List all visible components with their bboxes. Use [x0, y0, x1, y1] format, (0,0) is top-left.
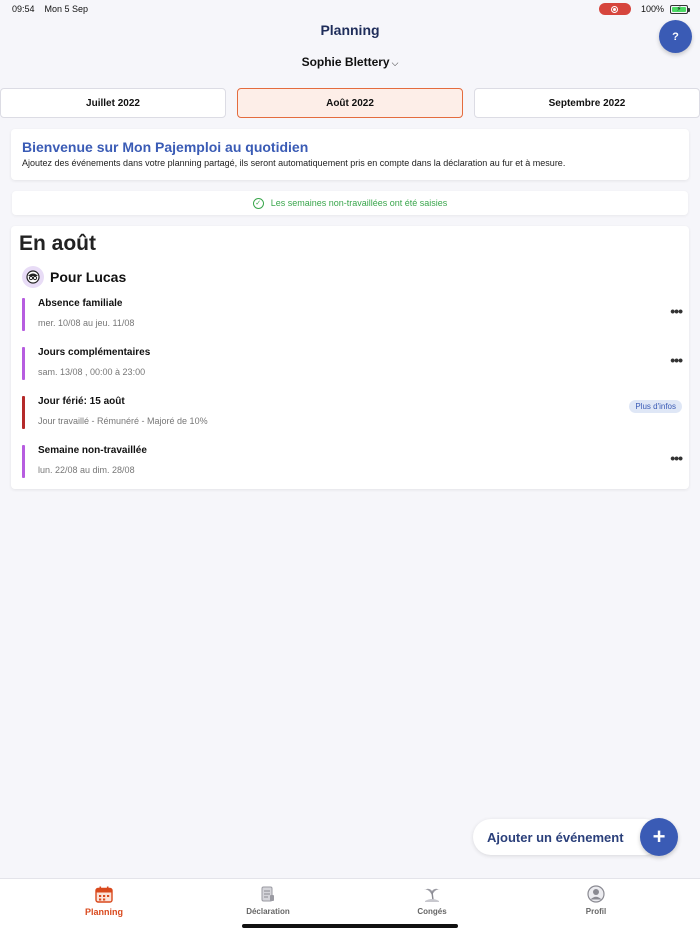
event-subtitle: Jour travaillé - Rémunéré - Majoré de 10… — [38, 416, 208, 426]
event-item[interactable]: Jour férié: 15 août Jour travaillé - Rém… — [22, 396, 682, 429]
more-info-badge[interactable]: Plus d'infos — [629, 400, 682, 413]
document-icon — [218, 885, 318, 903]
calendar-icon — [54, 885, 154, 903]
welcome-title: Bienvenue sur Mon Pajemploi au quotidien — [22, 139, 309, 155]
event-item[interactable]: Jours complémentaires sam. 13/08 , 00:00… — [22, 347, 683, 380]
battery-icon: ⚡ — [670, 4, 690, 14]
person-selector[interactable]: Sophie Blettery ⌵ — [0, 55, 700, 69]
tab-month-september[interactable]: Septembre 2022 — [474, 88, 700, 118]
event-title: Absence familiale — [38, 298, 123, 309]
more-options-icon[interactable]: ••• — [670, 304, 683, 318]
welcome-text: Ajoutez des événements dans votre planni… — [22, 158, 566, 168]
add-event-label[interactable]: Ajouter un événement — [473, 819, 663, 855]
plus-icon[interactable]: + — [640, 818, 678, 856]
status-bar: 09:54 Mon 5 Sep 100% ⚡ — [0, 0, 700, 18]
tab-profil[interactable]: Profil — [546, 885, 646, 916]
user-icon — [546, 885, 646, 903]
more-options-icon[interactable]: ••• — [670, 353, 683, 367]
event-title: Jour férié: 15 août — [38, 396, 125, 407]
month-tabs: Juillet 2022 Août 2022 Septembre 2022 — [0, 88, 700, 118]
status-time: 09:54 — [12, 4, 35, 14]
event-item[interactable]: Semaine non-travaillée lun. 22/08 au dim… — [22, 445, 683, 478]
tab-conges[interactable]: Congés — [382, 885, 482, 916]
tab-month-august[interactable]: Août 2022 — [237, 88, 463, 118]
event-title: Semaine non-travaillée — [38, 445, 147, 456]
child-avatar-icon — [22, 266, 44, 288]
event-title: Jours complémentaires — [38, 347, 151, 358]
beach-icon — [382, 885, 482, 903]
tab-month-july[interactable]: Juillet 2022 — [0, 88, 226, 118]
battery-percent: 100% — [640, 4, 664, 14]
event-color-bar — [22, 298, 25, 331]
child-header: Pour Lucas — [22, 266, 126, 288]
info-banner-text: Les semaines non-travaillées ont été sai… — [270, 198, 448, 208]
tab-label: Profil — [585, 907, 607, 916]
chevron-down-icon: ⌵ — [391, 58, 399, 68]
event-color-bar — [22, 445, 25, 478]
screen-recording-icon — [598, 3, 631, 15]
welcome-card: Bienvenue sur Mon Pajemploi au quotidien… — [11, 129, 689, 180]
bottom-tab-bar: Planning Déclaration Congés Profil — [0, 878, 700, 934]
page-title: Planning — [320, 22, 380, 38]
info-banner: ✓ Les semaines non-travaillées ont été s… — [12, 191, 688, 215]
status-right: 100% ⚡ — [598, 3, 690, 15]
person-name: Sophie Blettery — [301, 55, 390, 69]
event-color-bar — [22, 396, 25, 429]
status-date: Mon 5 Sep — [44, 4, 89, 14]
tab-label: Déclaration — [246, 907, 290, 916]
tab-label: Congés — [417, 907, 447, 916]
event-color-bar — [22, 347, 25, 380]
event-subtitle: sam. 13/08 , 00:00 à 23:00 — [38, 367, 146, 377]
child-name: Pour Lucas — [50, 269, 127, 285]
tab-planning[interactable]: Planning — [54, 885, 154, 917]
events-heading: En août — [19, 232, 96, 255]
add-event-button[interactable]: Ajouter un événement + — [473, 818, 678, 856]
home-indicator — [242, 924, 458, 928]
event-subtitle: mer. 10/08 au jeu. 11/08 — [38, 318, 135, 328]
tab-label: Planning — [85, 907, 123, 917]
more-options-icon[interactable]: ••• — [670, 451, 683, 465]
help-button[interactable]: ? — [659, 20, 692, 53]
check-circle-icon: ✓ — [252, 197, 264, 209]
tab-declaration[interactable]: Déclaration — [218, 885, 318, 916]
event-item[interactable]: Absence familiale mer. 10/08 au jeu. 11/… — [22, 298, 683, 331]
events-card: En août Pour Lucas Absence familiale mer… — [11, 226, 689, 489]
event-subtitle: lun. 22/08 au dim. 28/08 — [38, 465, 135, 475]
